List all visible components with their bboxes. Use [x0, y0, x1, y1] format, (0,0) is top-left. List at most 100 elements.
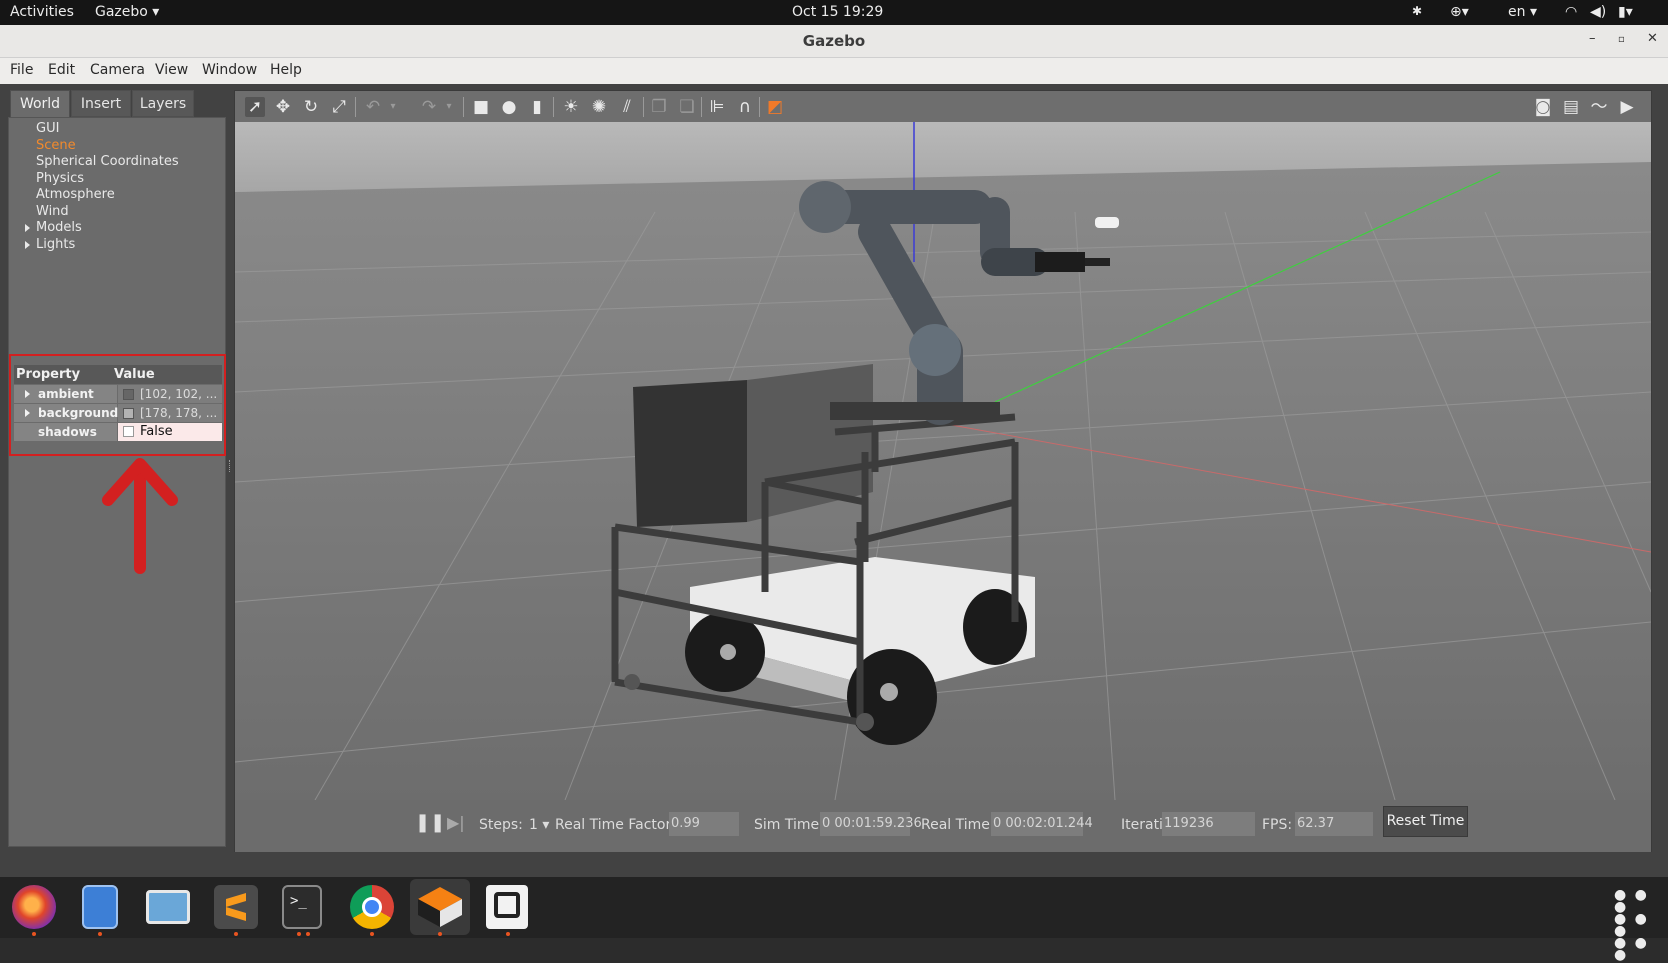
pause-icon[interactable]: ❚❚ — [415, 812, 445, 833]
column-property: Property — [16, 367, 81, 382]
iterations-value: 119236 — [1162, 812, 1255, 836]
align-icon[interactable]: ⊫ — [707, 97, 727, 117]
record-video-icon[interactable]: ▶ — [1617, 97, 1637, 117]
snap-icon[interactable]: ∩ — [735, 97, 755, 117]
tree-item-gui[interactable]: GUI — [11, 121, 216, 138]
shadows-checkbox-field[interactable]: False — [118, 423, 222, 441]
app-menu-gazebo[interactable]: Gazebo ▾ — [95, 4, 159, 20]
screenshot-app-icon[interactable] — [146, 890, 190, 924]
menu-window[interactable]: Window — [202, 62, 257, 78]
property-row-ambient[interactable]: ambient [102, 102, ... — [14, 385, 222, 403]
menu-help[interactable]: Help — [270, 62, 302, 78]
property-name: background — [14, 404, 118, 422]
cylinder-shape-icon[interactable]: ▮ — [527, 97, 547, 117]
tree-item-spherical-coordinates[interactable]: Spherical Coordinates — [11, 154, 216, 171]
toolbar-separator — [463, 97, 464, 117]
terminal-icon[interactable]: >_ — [282, 885, 322, 929]
property-value[interactable]: [178, 178, ... — [118, 404, 222, 422]
directional-light-icon[interactable]: ⫽ — [617, 97, 637, 117]
undo-icon[interactable]: ↶ — [363, 97, 383, 117]
property-value[interactable]: [102, 102, ... — [118, 385, 222, 403]
property-table-header: Property Value — [14, 365, 222, 384]
steps-spinner[interactable]: 1 ▾ — [529, 817, 549, 833]
tree-item-label: Lights — [36, 236, 76, 252]
tab-world[interactable]: World — [10, 90, 70, 117]
close-icon[interactable]: ✕ — [1647, 31, 1658, 46]
menu-file[interactable]: File — [10, 62, 33, 78]
expand-arrow-icon[interactable] — [25, 409, 30, 417]
battery-icon[interactable]: ▮▾ — [1618, 4, 1633, 20]
expand-arrow-icon[interactable] — [25, 390, 30, 398]
maximize-icon[interactable]: ▫ — [1618, 34, 1625, 45]
gazebo-icon[interactable] — [410, 879, 470, 935]
app-body: World Insert Layers GUI Scene Spherical … — [0, 84, 1668, 877]
rotate-mode-icon[interactable]: ↻ — [301, 97, 321, 117]
fps-value: 62.37 — [1295, 812, 1373, 836]
bluetooth-icon[interactable]: ✱ — [1412, 4, 1422, 18]
running-indicator — [234, 932, 238, 936]
minimize-icon[interactable]: – — [1589, 31, 1596, 46]
translate-mode-icon[interactable]: ✥ — [273, 97, 293, 117]
tree-item-scene[interactable]: Scene — [11, 138, 216, 155]
property-row-background[interactable]: background [178, 178, ... — [14, 404, 222, 422]
color-swatch[interactable] — [123, 408, 134, 419]
select-mode-icon[interactable]: ➚ — [245, 97, 265, 117]
panel-splitter[interactable] — [229, 460, 231, 472]
tree-item-label: Wind — [36, 203, 69, 219]
obs-recorder-icon[interactable] — [486, 885, 528, 929]
tree-item-models[interactable]: Models — [11, 220, 216, 237]
expand-arrow-icon[interactable] — [25, 224, 30, 232]
property-row-shadows[interactable]: shadows False — [14, 423, 222, 441]
color-swatch[interactable] — [123, 389, 134, 400]
tree-item-physics[interactable]: Physics — [11, 171, 216, 188]
menu-camera[interactable]: Camera — [90, 62, 145, 78]
property-name: ambient — [14, 385, 117, 403]
tree-item-lights[interactable]: Lights — [11, 237, 216, 254]
scale-mode-icon[interactable]: ⤢ — [329, 97, 349, 117]
step-icon[interactable]: ▶| — [447, 813, 465, 832]
redo-history-icon[interactable]: ▾ — [439, 97, 459, 117]
tree-item-wind[interactable]: Wind — [11, 204, 216, 221]
menu-view[interactable]: View — [155, 62, 188, 78]
plot-icon[interactable]: 〜 — [1589, 97, 1609, 117]
log-icon[interactable]: ▤ — [1561, 97, 1581, 117]
menu-edit[interactable]: Edit — [48, 62, 75, 78]
render-viewport: ➚ ✥ ↻ ⤢ ↶ ▾ ↷ ▾ ■ ● ▮ ☀ ✺ ⫽ ❐ ❏ ⊫ ∩ ◩ ◙ — [234, 90, 1652, 852]
clock[interactable]: Oct 15 19:29 — [792, 4, 883, 20]
tab-layers[interactable]: Layers — [132, 90, 194, 117]
show-applications-icon[interactable]: ● ● ● ● ● ● ● ● ● — [1614, 888, 1650, 962]
3d-scene[interactable] — [235, 122, 1651, 800]
undo-history-icon[interactable]: ▾ — [383, 97, 403, 117]
sublime-text-icon[interactable] — [214, 885, 258, 929]
toolbar-separator — [701, 97, 702, 117]
reset-time-button[interactable]: Reset Time — [1383, 806, 1468, 837]
files-icon[interactable] — [82, 885, 118, 929]
property-name: shadows — [14, 423, 117, 441]
accessibility-icon[interactable]: ⊕▾ — [1450, 4, 1469, 20]
paste-icon[interactable]: ❏ — [677, 97, 697, 117]
change-view-icon[interactable]: ◩ — [765, 97, 785, 117]
chrome-icon[interactable] — [350, 885, 394, 929]
sphere-shape-icon[interactable]: ● — [499, 97, 519, 117]
tree-item-atmosphere[interactable]: Atmosphere — [11, 187, 216, 204]
running-indicator — [297, 932, 301, 936]
shadows-checkbox[interactable] — [123, 426, 134, 437]
spot-light-icon[interactable]: ✺ — [589, 97, 609, 117]
wifi-icon[interactable]: ◠ — [1565, 4, 1577, 20]
real-time-value: 0 00:02:01.244 — [991, 812, 1093, 836]
activities-button[interactable]: Activities — [10, 4, 74, 20]
running-indicator — [306, 932, 310, 936]
point-light-icon[interactable]: ☀ — [561, 97, 581, 117]
volume-icon[interactable]: ◀) — [1590, 4, 1606, 20]
redo-icon[interactable]: ↷ — [419, 97, 439, 117]
real-time-factor-value: 0.99 — [669, 812, 739, 836]
tab-insert[interactable]: Insert — [71, 90, 131, 117]
firefox-icon[interactable] — [12, 885, 56, 929]
expand-arrow-icon[interactable] — [25, 240, 30, 249]
box-shape-icon[interactable]: ■ — [471, 97, 491, 117]
screenshot-icon[interactable]: ◙ — [1533, 97, 1553, 117]
input-language[interactable]: en ▾ — [1508, 4, 1537, 20]
copy-icon[interactable]: ❐ — [649, 97, 669, 117]
steps-value: 1 — [529, 817, 538, 833]
gazebo-logo-icon — [418, 887, 462, 927]
